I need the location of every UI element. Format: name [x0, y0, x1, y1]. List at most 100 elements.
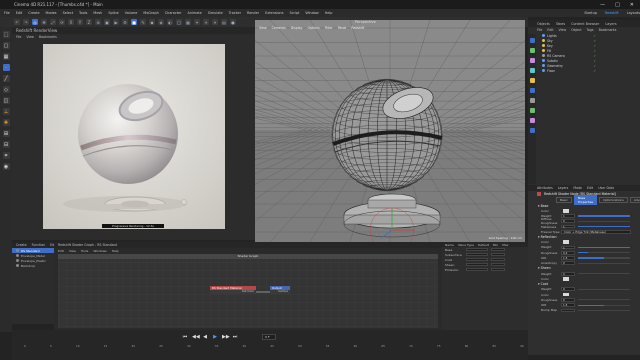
rv-menu-bookmarks[interactable]: Bookmarks	[39, 35, 57, 39]
visibility-check-icon[interactable]: ✓	[593, 59, 596, 63]
prop-slider[interactable]	[578, 246, 630, 249]
visibility-check-icon[interactable]: ✓	[593, 34, 596, 38]
locked-workplane-icon[interactable]: ⌗	[2, 152, 10, 159]
mm-tab-function[interactable]: Function	[32, 243, 46, 247]
menu-extensions[interactable]: Extensions	[265, 11, 283, 15]
menu-render[interactable]: Render	[247, 11, 259, 15]
port-default-field[interactable]	[491, 247, 505, 252]
menu-window[interactable]: Window	[305, 11, 318, 15]
rv-menu-view[interactable]: View	[26, 35, 34, 39]
spline-icon[interactable]	[529, 68, 535, 73]
mm-tab-create[interactable]: Create	[16, 243, 27, 247]
prop-value-field[interactable]: 1.5	[561, 256, 575, 260]
om-menu-view[interactable]: View	[559, 28, 567, 32]
subdivision-icon[interactable]: ◆	[149, 19, 155, 25]
prop-slider[interactable]	[578, 252, 630, 254]
maximize-icon[interactable]: □	[615, 2, 620, 8]
next-key-icon[interactable]: ▶▶	[222, 334, 230, 340]
field-icon[interactable]	[529, 128, 535, 133]
port-default-field[interactable]	[491, 267, 505, 272]
om-menu-edit[interactable]: Edit	[547, 28, 553, 32]
last-frame-icon[interactable]: ⏭	[232, 334, 238, 340]
prop-slider[interactable]	[578, 225, 630, 228]
menu-mograph[interactable]: MoGraph	[143, 11, 158, 15]
scale-icon[interactable]: ⤢	[50, 19, 56, 25]
ne-menu-edit[interactable]: Edit	[58, 249, 64, 253]
prop-slider[interactable]	[578, 220, 630, 222]
color-swatch[interactable]	[563, 208, 569, 213]
port-value-field[interactable]	[466, 267, 488, 272]
tag-icon[interactable]	[529, 98, 535, 103]
ne-menu-windows[interactable]: Windows	[93, 249, 106, 253]
om-tab-content-browser[interactable]: Content Browser	[571, 22, 599, 26]
make-editable-icon[interactable]: ⬚	[2, 31, 10, 38]
timeline-ruler[interactable]: 0 5 10 15 20 25 30 35 40 45 50 55 60 65 70 75 80 85 90	[24, 344, 524, 349]
om-tab-objects[interactable]: Objects	[537, 22, 550, 26]
viewport-menu-display[interactable]: Display	[291, 26, 303, 31]
prev-key-icon[interactable]: ◀◀	[192, 334, 200, 340]
ne-menu-help[interactable]: Help	[112, 249, 119, 253]
am-menu-user-data[interactable]: User Data	[598, 186, 614, 190]
am-subtab-optimizations[interactable]: Optimizations	[599, 197, 628, 203]
render-view-icon[interactable]: ▣	[104, 19, 110, 25]
port-value-field[interactable]	[466, 257, 488, 262]
play-icon[interactable]: ▶	[212, 334, 218, 340]
menu-simulate[interactable]: Simulate	[208, 11, 223, 15]
polygons-mode-icon[interactable]: ◇	[2, 86, 10, 93]
workplane-icon[interactable]: ⊟	[2, 141, 10, 148]
prop-slider[interactable]	[578, 262, 630, 264]
array-icon[interactable]: ◈	[158, 19, 164, 25]
rotate-icon[interactable]: ⟳	[59, 19, 65, 25]
visibility-check-icon[interactable]: ✓	[593, 64, 596, 68]
cube-icon[interactable]: ■	[131, 19, 137, 25]
prop-value-field[interactable]: 1	[561, 214, 575, 218]
menu-mesh[interactable]: Mesh	[93, 11, 102, 15]
am-subtab-advanced[interactable]: Advanced	[629, 197, 640, 203]
prop-value-field[interactable]: 0	[561, 271, 575, 276]
redo-icon[interactable]: ↷	[23, 19, 29, 25]
deformer-icon-side[interactable]	[529, 58, 535, 63]
live-select-icon[interactable]: ◎	[32, 19, 38, 25]
y-axis-icon[interactable]: Y	[77, 19, 83, 25]
x-axis-icon[interactable]: X	[68, 19, 74, 25]
prop-slider[interactable]	[578, 299, 630, 301]
prop-value-field[interactable]: 0	[561, 219, 575, 224]
prop-slider[interactable]	[578, 288, 630, 290]
am-subtab-basic[interactable]: Basic	[556, 197, 572, 203]
color-swatch[interactable]	[563, 277, 569, 281]
points-mode-icon[interactable]: ·	[2, 64, 10, 71]
render-icon[interactable]: ▶	[113, 19, 119, 25]
menu-animate[interactable]: Animate	[188, 11, 202, 15]
layout-redshift[interactable]: Redshift	[605, 11, 619, 15]
undo-icon[interactable]: ↶	[14, 19, 20, 25]
current-frame-field[interactable]: 0 F	[262, 334, 276, 340]
port-default-field[interactable]	[491, 262, 505, 267]
viewport-menu-cameras[interactable]: Cameras	[272, 26, 286, 31]
om-menu-bookmarks[interactable]: Bookmarks	[599, 28, 617, 32]
camera-icon[interactable]: ▦	[185, 19, 191, 25]
am-menu-mode[interactable]: Mode	[573, 186, 582, 190]
port-default-field[interactable]	[491, 257, 505, 262]
am-menu-edit[interactable]: Edit	[587, 186, 593, 190]
effector-icon[interactable]	[529, 118, 535, 123]
visibility-check-icon[interactable]: ✓	[593, 44, 596, 48]
material-item[interactable]: Backdrop	[12, 263, 54, 268]
cube-object-icon[interactable]	[529, 38, 535, 43]
render-settings-icon[interactable]: ⚙	[122, 19, 128, 25]
prop-slider[interactable]	[578, 309, 630, 311]
viewport-menu-options[interactable]: Options	[308, 26, 320, 31]
object-row[interactable]: Floor ✓	[528, 68, 640, 73]
port-default-field[interactable]	[491, 252, 505, 257]
first-frame-icon[interactable]: ⏮	[182, 334, 188, 340]
prop-slider[interactable]	[578, 273, 630, 275]
prop-slider[interactable]	[578, 215, 630, 217]
visibility-check-icon[interactable]: ✓	[593, 54, 596, 58]
node-graph-canvas[interactable]: Shader Graph RS Standard Material Out Co…	[58, 254, 438, 328]
redshift-light-icon[interactable]: ☀	[203, 19, 209, 25]
om-tab-layers[interactable]: Layers	[605, 22, 616, 26]
visibility-check-icon[interactable]: ✓	[593, 39, 596, 43]
menu-file[interactable]: File	[4, 11, 10, 15]
color-swatch[interactable]	[563, 240, 569, 245]
deformer-icon[interactable]: ◐	[167, 19, 173, 25]
z-axis-icon[interactable]: Z	[86, 19, 92, 25]
